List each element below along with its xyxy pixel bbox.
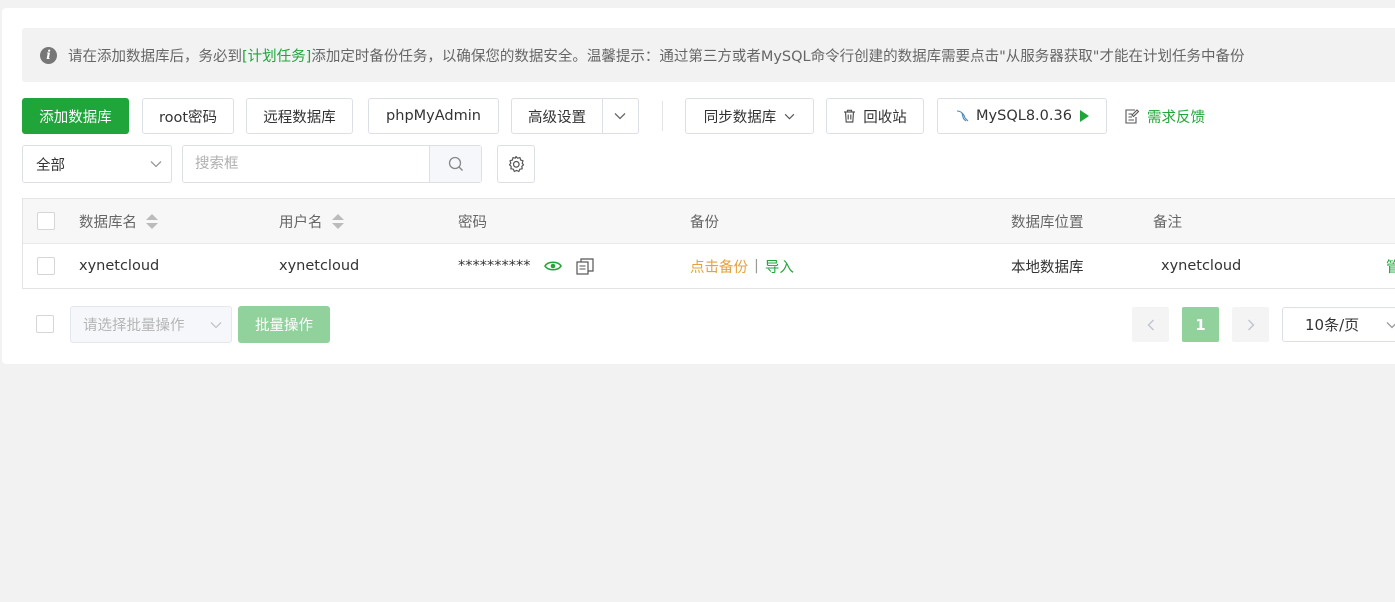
feedback-link[interactable]: 需求反馈 [1124,105,1205,127]
batch-operation-select[interactable]: 请选择批量操作 [70,306,232,343]
search-box [182,145,482,183]
sync-database-label: 同步数据库 [703,109,777,126]
trash-icon [844,109,856,123]
remote-database-button[interactable]: 远程数据库 [246,98,353,134]
play-icon [1079,110,1089,122]
root-password-button[interactable]: root密码 [142,98,234,134]
select-all-checkbox[interactable] [37,212,55,230]
db-remark[interactable]: xynetcloud [1161,244,1241,288]
db-password: ********** [458,258,531,274]
info-icon: i [40,46,57,64]
header-remark: 备注 [1153,214,1182,231]
search-button[interactable] [429,146,481,182]
advanced-settings-dropdown[interactable] [602,98,639,134]
db-name: xynetcloud [79,258,160,274]
sort-icon [331,213,344,229]
search-input[interactable] [183,146,437,182]
header-password: 密码 [458,214,487,231]
page-size-label: 10条/页 [1305,316,1360,334]
backup-separator: | [754,258,759,274]
next-page-button[interactable] [1232,307,1269,342]
eye-icon[interactable] [543,260,562,272]
sync-database-button[interactable]: 同步数据库 [685,98,814,134]
batch-select-all-checkbox[interactable] [36,315,54,333]
manage-link[interactable]: 管 [1386,244,1395,288]
chevron-down-icon [150,161,162,168]
import-link[interactable]: 导入 [765,256,794,277]
chevron-down-icon [1386,322,1395,329]
row-checkbox[interactable] [37,257,55,275]
page-current[interactable]: 1 [1182,307,1219,342]
chevron-left-icon [1147,319,1154,330]
recycle-bin-button[interactable]: 回收站 [826,98,924,134]
table-row: xynetcloud xynetcloud ********** 点击备份 | … [23,244,1395,288]
phpmyadmin-button[interactable]: phpMyAdmin [368,98,499,134]
page-size-select[interactable]: 10条/页 [1282,307,1395,342]
advanced-settings-button[interactable]: 高级设置 [511,98,603,134]
mysql-version-button[interactable]: MySQL8.0.36 [937,98,1107,134]
table-header: 数据库名 用户名 密码 备份 数据库位置 备注 [23,199,1395,244]
gear-icon [508,155,525,173]
category-select[interactable]: 全部 [22,145,172,183]
edit-note-icon [1125,108,1140,124]
chevron-down-icon [614,113,626,120]
header-user[interactable]: 用户名 [279,199,344,243]
header-backup: 备份 [690,214,719,231]
header-user-label: 用户名 [279,214,323,231]
db-user: xynetcloud [279,258,360,274]
settings-button[interactable] [497,145,535,183]
backup-link[interactable]: 点击备份 [690,256,748,277]
sort-icon [146,213,158,229]
copy-icon[interactable] [575,257,594,275]
toolbar-divider [662,101,663,131]
mysql-version-label: MySQL8.0.36 [976,108,1072,124]
prev-page-button[interactable] [1132,307,1169,342]
add-database-button[interactable]: 添加数据库 [22,98,129,134]
chevron-down-icon [210,322,222,329]
mysql-dolphin-icon [956,110,969,122]
header-name[interactable]: 数据库名 [79,199,158,243]
chevron-right-icon [1247,319,1254,330]
search-icon [448,156,463,171]
category-selected: 全部 [36,157,65,174]
header-name-label: 数据库名 [79,214,137,231]
db-location: 本地数据库 [1011,259,1084,276]
feedback-label: 需求反馈 [1147,109,1205,126]
chevron-down-icon [784,113,795,119]
batch-placeholder: 请选择批量操作 [83,318,185,334]
database-table: 数据库名 用户名 密码 备份 数据库位置 备注 xynetcloud xynet… [22,198,1395,289]
notice-text-before: 请在添加数据库后，务必到 [68,48,242,65]
header-location: 数据库位置 [1011,214,1084,231]
notice-text-after: 添加定时备份任务，以确保您的数据安全。温馨提示：通过第三方或者MySQL命令行创… [311,48,1245,65]
batch-operation-button[interactable]: 批量操作 [238,306,330,343]
recycle-bin-label: 回收站 [863,109,907,126]
notice-bar: i 请在添加数据库后，务必到 [计划任务] 添加定时备份任务，以确保您的数据安全… [22,28,1395,82]
notice-cron-link[interactable]: [计划任务] [242,45,311,66]
